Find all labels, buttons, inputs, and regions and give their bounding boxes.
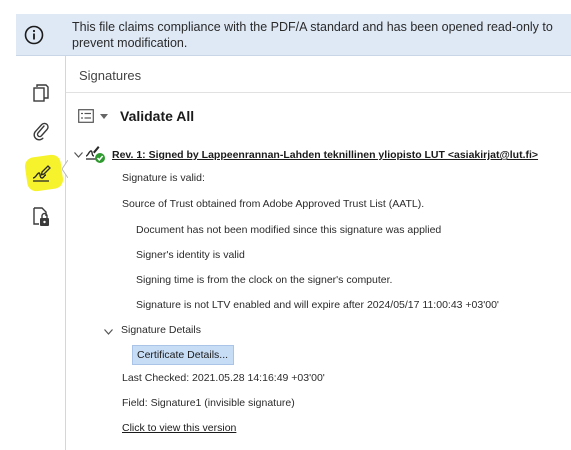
valid-signature-icon [85,146,105,163]
signatures-panel: Signatures Validate All Rev. 1: Signed b… [66,56,571,450]
signature-pen-icon [32,165,51,182]
certificate-details-button[interactable]: Certificate Details... [132,345,234,365]
document-security-button[interactable] [16,198,66,236]
status-line: Signature is not LTV enabled and will ex… [136,299,499,311]
info-icon [24,25,44,45]
chevron-down-icon[interactable] [74,152,83,158]
status-line: Signature is valid: [122,172,205,184]
options-list-icon[interactable] [78,109,94,123]
panel-divider [66,92,571,93]
signatures-panel-button[interactable] [16,154,66,192]
pdfa-info-banner: This file claims compliance with the PDF… [16,14,571,56]
signature-revision-link[interactable]: Rev. 1: Signed by Lappeenrannan-Lahden t… [112,149,538,161]
chevron-down-icon[interactable] [104,329,113,335]
signature-details-label: Signature Details [121,324,201,336]
signatures-toolbar: Validate All [78,106,194,126]
page-thumbnails-button[interactable] [16,74,66,112]
last-checked-text: Last Checked: 2021.05.28 14:16:49 +03'00… [122,372,325,384]
banner-message: This file claims compliance with the PDF… [72,20,553,50]
signatures-window: This file claims compliance with the PDF… [0,0,571,450]
status-line: Signing time is from the clock on the si… [136,274,393,286]
panel-title: Signatures [79,68,142,83]
status-line: Signer's identity is valid [136,249,245,261]
validate-all-button[interactable]: Validate All [120,108,194,124]
document-lock-icon [33,207,49,226]
attachments-button[interactable] [16,112,66,150]
signature-field-text: Field: Signature1 (invisible signature) [122,397,295,409]
view-version-link[interactable]: Click to view this version [122,422,236,434]
paperclip-icon [33,122,49,141]
status-line: Source of Trust obtained from Adobe Appr… [122,198,425,210]
status-line: Document has not been modified since thi… [136,224,442,236]
navigation-rail [16,56,68,450]
pages-icon [33,84,49,102]
chevron-down-icon[interactable] [100,113,108,119]
